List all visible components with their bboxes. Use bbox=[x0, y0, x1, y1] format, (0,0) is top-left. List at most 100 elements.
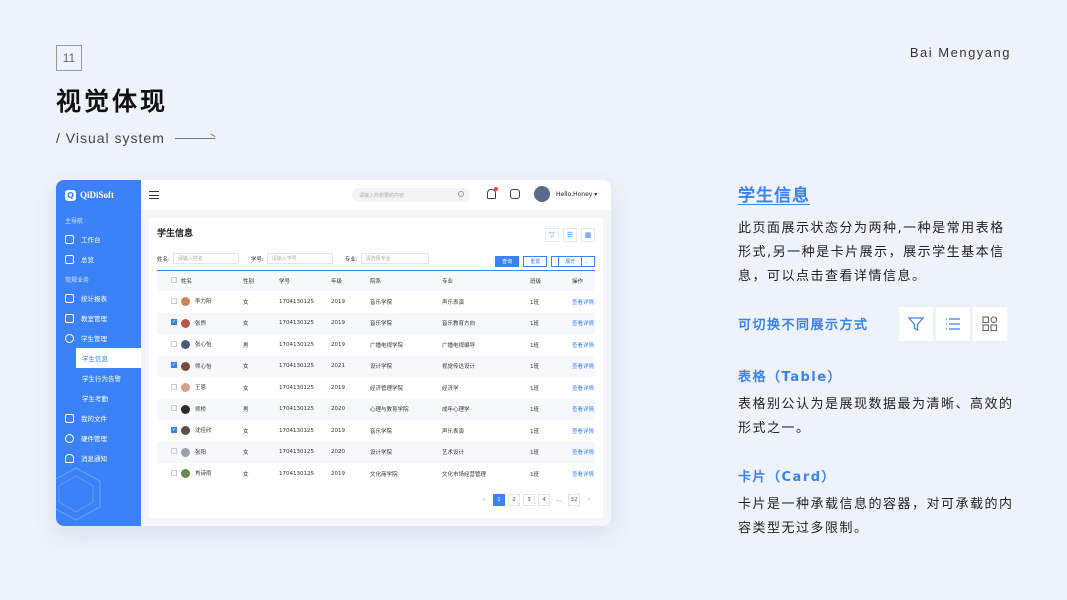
view-details-link[interactable]: 查看详情 bbox=[572, 300, 594, 306]
row-checkbox[interactable] bbox=[171, 405, 177, 412]
reset-button[interactable]: 重置 bbox=[523, 256, 548, 267]
sidebar-item-behavior-alert[interactable]: 学生行为告警 bbox=[56, 368, 141, 388]
sidebar-item-label: 总览 bbox=[81, 256, 94, 264]
view-details-link[interactable]: 查看详情 bbox=[572, 343, 594, 349]
page-button[interactable]: 3 bbox=[523, 494, 535, 506]
row-checkbox[interactable] bbox=[171, 448, 177, 455]
table-row[interactable]: 王恩 女 1704130125 2019 经济管理学院 经济学 1班 查看详情 bbox=[157, 377, 595, 399]
table-row[interactable]: 师桥 男 1704130125 2020 心理与教育学院 成年心理学 1班 查看详情 bbox=[157, 398, 595, 420]
table-cell[interactable]: 查看详情 bbox=[572, 334, 595, 356]
grid-view-icon[interactable]: ▦ bbox=[581, 228, 595, 242]
table-cell: 文化市场经营管理 bbox=[442, 463, 530, 485]
table-row[interactable]: 张煦 女 1704130125 2019 音乐学院 音乐教育方向 1班 查看详情 bbox=[157, 312, 595, 334]
sidebar-item-files[interactable]: 我的文件 bbox=[56, 408, 141, 428]
logo[interactable]: Q QiDiSoft bbox=[56, 180, 141, 210]
table-cell: 设计学院 bbox=[370, 441, 442, 463]
table-cell: 2020 bbox=[331, 441, 370, 463]
view-details-link[interactable]: 查看详情 bbox=[572, 407, 594, 413]
sidebar-item-classrooms[interactable]: 教室管理 bbox=[56, 308, 141, 328]
row-checkbox[interactable] bbox=[171, 383, 177, 390]
next-page-icon[interactable]: › bbox=[583, 494, 595, 506]
table-row[interactable]: 张阳 女 1704130125 2020 设计学院 艺术设计 1班 查看详情 bbox=[157, 441, 595, 463]
row-checkbox[interactable] bbox=[171, 340, 177, 347]
avatar bbox=[181, 318, 190, 328]
page-button[interactable]: 1 bbox=[493, 494, 505, 506]
cell-dept: 设计学院 bbox=[370, 450, 393, 457]
table-cell: 1班 bbox=[530, 377, 572, 399]
student-id-input[interactable]: 请输入学号 bbox=[266, 253, 333, 264]
major-select[interactable]: 请选择专业 bbox=[360, 253, 429, 264]
search-icon[interactable] bbox=[458, 191, 464, 197]
table-cell: 1704130125 bbox=[279, 377, 331, 399]
table-cell: 1班 bbox=[530, 441, 572, 463]
table-cell[interactable]: 查看详情 bbox=[572, 377, 595, 399]
name-input[interactable]: 请输入姓名 bbox=[172, 253, 239, 264]
row-checkbox[interactable] bbox=[171, 319, 177, 326]
filter-icon bbox=[899, 307, 933, 341]
table-row[interactable]: 肖诗雨 女 1704130125 2019 文化商学院 文化市场经营管理 1班 查看详情 bbox=[157, 463, 595, 485]
menu-icon[interactable] bbox=[149, 191, 159, 199]
table-cell: 2019 bbox=[331, 420, 370, 442]
sidebar-item-workbench[interactable]: 工作台 bbox=[56, 229, 141, 249]
table-row[interactable]: 师心怡 女 1704130125 2021 设计学院 视觉传达设计 1班 查看详情 bbox=[157, 355, 595, 377]
list-view-icon[interactable]: ☰ bbox=[563, 228, 577, 242]
page-button[interactable]: 4 bbox=[538, 494, 550, 506]
table-cell[interactable]: 查看详情 bbox=[572, 420, 595, 442]
sidebar-item-students[interactable]: 学生管理 bbox=[56, 328, 141, 348]
logo-text: QiDiSoft bbox=[80, 190, 115, 200]
view-details-link[interactable]: 查看详情 bbox=[572, 472, 594, 478]
search-button[interactable]: 查询 bbox=[495, 256, 520, 267]
filter-label: 专业: bbox=[344, 256, 358, 263]
notification-dot bbox=[494, 187, 498, 191]
row-checkbox[interactable] bbox=[171, 297, 177, 304]
page-button[interactable]: 2 bbox=[508, 494, 520, 506]
sidebar-item-reports[interactable]: 统计报表 bbox=[56, 288, 141, 308]
filter-icon[interactable]: ▽ bbox=[545, 228, 559, 242]
cell-dept: 音乐学院 bbox=[370, 321, 393, 328]
user-menu[interactable]: Hello,Honey ▾ bbox=[556, 191, 597, 198]
cell-id: 1704130125 bbox=[279, 384, 314, 391]
table-row[interactable]: 李力阳 女 1704130125 2019 音乐学院 声乐表演 1班 查看详情 bbox=[157, 291, 595, 313]
table-cell[interactable]: 查看详情 bbox=[572, 355, 595, 377]
sidebar-item-student-info[interactable]: 学生信息 bbox=[76, 348, 141, 368]
table-cell[interactable]: 查看详情 bbox=[572, 312, 595, 334]
table-cell[interactable]: 查看详情 bbox=[572, 291, 595, 313]
cell-id: 1704130125 bbox=[279, 449, 314, 456]
section-heading: 学生信息 bbox=[738, 186, 810, 206]
app-mockup: Q QiDiSoft 主导航 工作台 总览 常规业务 统计报表 教室管理 学生管… bbox=[56, 180, 611, 526]
cell-gender: 女 bbox=[243, 450, 249, 457]
row-checkbox[interactable] bbox=[171, 426, 177, 433]
view-details-link[interactable]: 查看详情 bbox=[572, 450, 594, 456]
table-row[interactable]: 沈佳欣 女 1704130125 2019 音乐学院 声乐表演 1班 查看详情 bbox=[157, 420, 595, 442]
table-cell: 广播电视编导 bbox=[442, 334, 530, 356]
expand-button[interactable]: 展开 ⌄ bbox=[551, 256, 595, 267]
table-cell[interactable]: 查看详情 bbox=[572, 398, 595, 420]
page-number: 11 bbox=[56, 45, 82, 71]
avatar bbox=[181, 361, 190, 371]
avatar bbox=[181, 383, 190, 393]
table-cell[interactable]: 查看详情 bbox=[572, 463, 595, 485]
avatar bbox=[181, 426, 190, 436]
view-switcher: ▽ ☰ ▦ bbox=[545, 228, 595, 242]
sidebar-item-overview[interactable]: 总览 bbox=[56, 249, 141, 269]
avatar[interactable] bbox=[534, 186, 550, 202]
subtitle-text: / Visual system bbox=[56, 130, 165, 146]
row-checkbox[interactable] bbox=[171, 469, 177, 476]
view-details-link[interactable]: 查看详情 bbox=[572, 321, 594, 327]
cell-grade: 2021 bbox=[331, 363, 345, 370]
settings-icon[interactable] bbox=[510, 189, 520, 199]
row-checkbox[interactable] bbox=[171, 362, 177, 369]
table-cell[interactable]: 查看详情 bbox=[572, 441, 595, 463]
page-button[interactable]: 32 bbox=[568, 494, 580, 506]
cell-gender: 女 bbox=[243, 364, 249, 371]
table-row[interactable]: 张心怡 男 1704130125 2019 广播电视学院 广播电视编导 1班 查看详情 bbox=[157, 334, 595, 356]
select-all-checkbox[interactable] bbox=[171, 277, 177, 283]
sidebar-item-attendance[interactable]: 学生考勤 bbox=[56, 388, 141, 408]
view-details-link[interactable]: 查看详情 bbox=[572, 386, 594, 392]
prev-page-icon[interactable]: ‹ bbox=[478, 494, 490, 506]
view-details-link[interactable]: 查看详情 bbox=[572, 429, 594, 435]
search-input[interactable]: 请输入你想要的内容 bbox=[352, 188, 470, 202]
table-cell: 男 bbox=[243, 334, 279, 356]
view-details-link[interactable]: 查看详情 bbox=[572, 364, 594, 370]
sidebar-item-hardware[interactable]: 硬件管理 bbox=[56, 428, 141, 448]
